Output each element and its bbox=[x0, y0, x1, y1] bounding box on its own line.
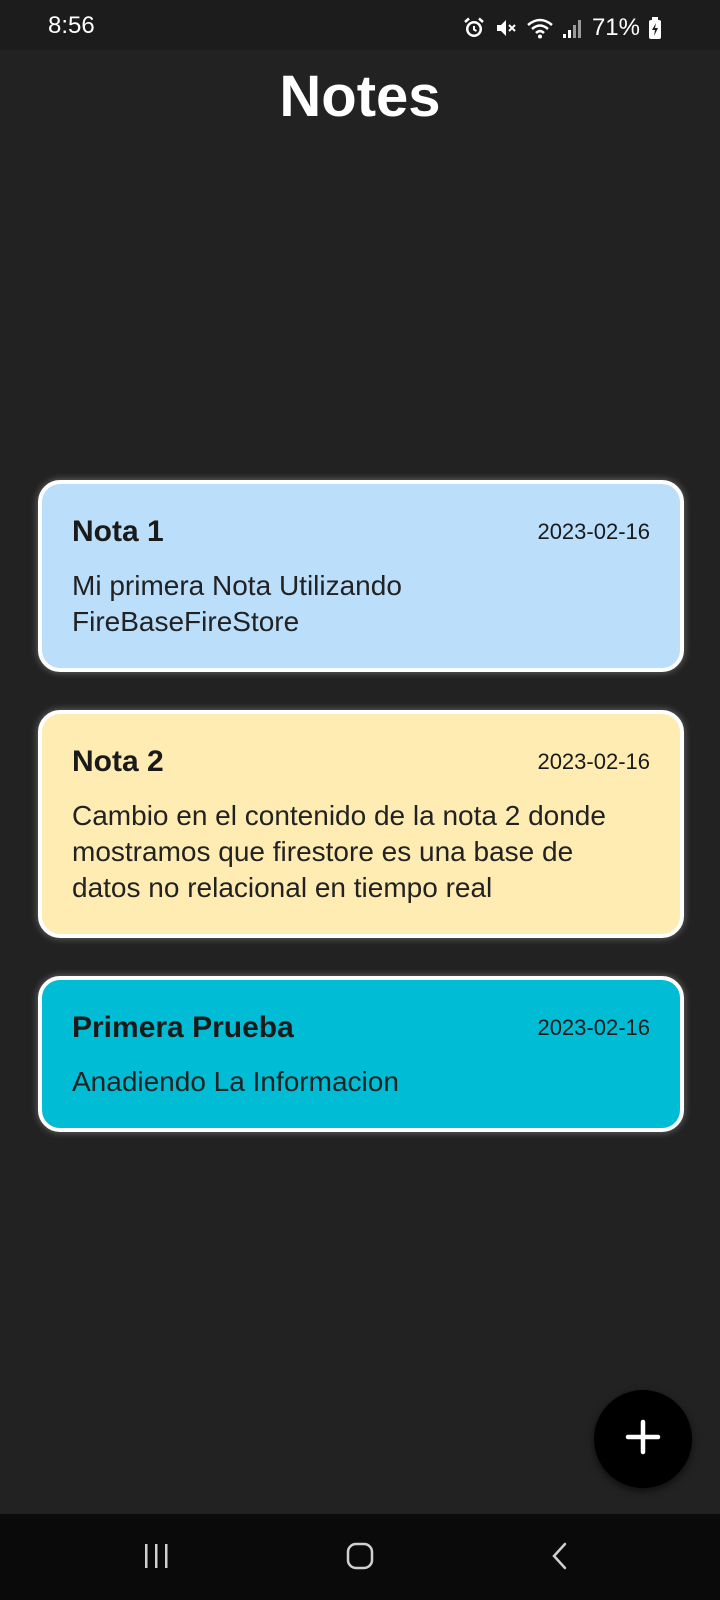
note-body: Mi primera Nota Utilizando FireBaseFireS… bbox=[72, 570, 402, 637]
note-date: 2023-02-16 bbox=[537, 749, 650, 774]
recent-apps-icon bbox=[141, 1542, 171, 1575]
note-card[interactable]: Nota 2 2023-02-16 Cambio en el contenido… bbox=[38, 710, 684, 938]
note-card[interactable]: Nota 1 2023-02-16 Mi primera Nota Utiliz… bbox=[38, 480, 684, 672]
note-body: Anadiendo La Informacion bbox=[72, 1066, 399, 1097]
notes-screen: 8:56 71% Notes Nota 1 2023-02-16 Mi prim… bbox=[0, 0, 720, 1600]
page-title: Notes bbox=[279, 64, 441, 129]
battery-percent: 71% bbox=[591, 14, 640, 41]
note-body: Cambio en el contenido de la nota 2 dond… bbox=[72, 800, 606, 903]
note-card[interactable]: Primera Prueba 2023-02-16 Anadiendo La I… bbox=[38, 976, 684, 1132]
status-icons: 71% bbox=[462, 16, 662, 40]
navigation-bar bbox=[0, 1514, 720, 1600]
back-icon bbox=[548, 1541, 572, 1576]
note-date: 2023-02-16 bbox=[537, 519, 650, 544]
home-icon bbox=[345, 1541, 375, 1576]
alarm-icon bbox=[462, 16, 486, 40]
back-button[interactable] bbox=[530, 1536, 590, 1580]
plus-icon bbox=[625, 1419, 661, 1460]
note-date: 2023-02-16 bbox=[537, 1015, 650, 1040]
status-bar: 8:56 71% bbox=[0, 0, 720, 50]
add-note-button[interactable] bbox=[594, 1390, 692, 1488]
recent-apps-button[interactable] bbox=[126, 1536, 186, 1580]
note-list: Nota 1 2023-02-16 Mi primera Nota Utiliz… bbox=[38, 480, 684, 1170]
wifi-icon bbox=[526, 16, 554, 40]
signal-icon bbox=[562, 16, 582, 40]
battery-charging-icon bbox=[648, 16, 662, 40]
home-button[interactable] bbox=[330, 1536, 390, 1580]
status-time: 8:56 bbox=[48, 12, 95, 39]
mute-icon bbox=[494, 16, 518, 40]
